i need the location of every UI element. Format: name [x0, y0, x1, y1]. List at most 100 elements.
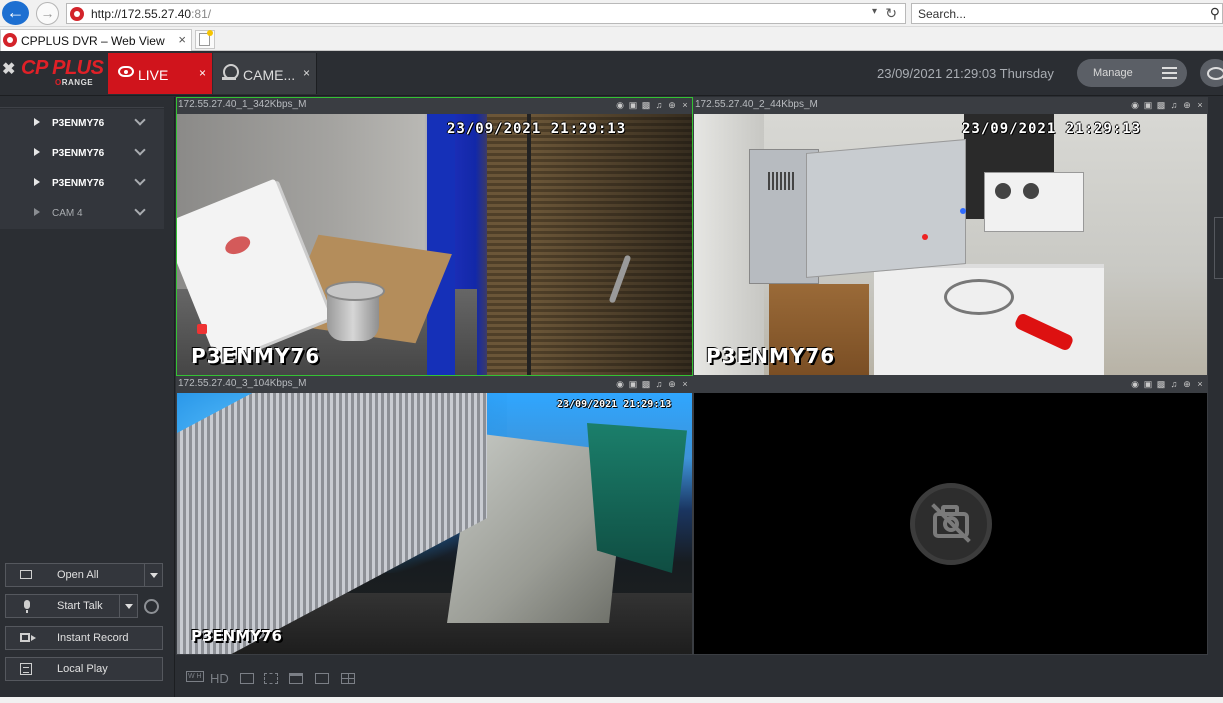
site-favicon-icon — [3, 33, 17, 47]
chevron-down-icon[interactable] — [134, 204, 146, 216]
start-talk-dropdown[interactable] — [119, 595, 137, 617]
video-grid: 172.55.27.40_1_342Kbps_M ◉ ▣ ▩ ♫ ⊕ × 23/… — [176, 97, 1208, 655]
close-icon[interactable]: × — [680, 379, 690, 389]
eye-icon[interactable]: ◉ — [615, 379, 625, 389]
record-icon[interactable]: ▩ — [1156, 100, 1166, 110]
audio-icon[interactable]: ♫ — [1169, 100, 1179, 110]
zoom-icon[interactable]: ⊕ — [1182, 100, 1192, 110]
device-tree-item[interactable]: P3ENMY76 — [0, 139, 164, 169]
eye-icon[interactable]: ◉ — [1130, 379, 1140, 389]
snapshot-icon[interactable]: ▣ — [1143, 379, 1153, 389]
zoom-icon[interactable]: ⊕ — [667, 100, 677, 110]
close-icon[interactable]: × — [680, 100, 690, 110]
microphone-icon — [24, 600, 30, 613]
eye-icon[interactable]: ◉ — [615, 100, 625, 110]
view-toggle-button[interactable] — [1200, 59, 1223, 87]
pane-controls: ◉ ▣ ▩ ♫ ⊕ × — [615, 100, 690, 110]
device-tree-item[interactable]: P3ENMY76 — [0, 169, 164, 199]
chevron-down-icon[interactable] — [134, 144, 146, 156]
browser-tab[interactable]: CPPLUS DVR – Web View × — [0, 29, 192, 51]
url-dropdown-icon[interactable]: ▾ — [872, 6, 877, 17]
tab-live-close[interactable]: × — [199, 66, 206, 80]
pane-controls: ◉ ▣ ▩ ♫ ⊕ × — [615, 379, 690, 389]
search-placeholder: Search... — [918, 7, 967, 21]
chevron-down-icon[interactable] — [134, 114, 146, 126]
logo-mark-icon: ✖ — [2, 61, 16, 78]
audio-icon[interactable]: ♫ — [1169, 379, 1179, 389]
open-external-icon — [20, 570, 32, 579]
pane-title: 172.55.27.40_1_342Kbps_M — [178, 99, 307, 110]
expand-arrow-icon[interactable] — [34, 178, 40, 186]
tab-camera[interactable]: CAME... × — [213, 53, 317, 94]
record-icon[interactable]: ▩ — [641, 379, 651, 389]
search-input[interactable]: Search... ⚲ — [911, 3, 1223, 24]
quad-layout-icon[interactable] — [341, 673, 355, 684]
video-pane-3[interactable]: 172.55.27.40_3_104Kbps_M ◉ ▣ ▩ ♫ ⊕ × 23/… — [176, 376, 693, 655]
site-favicon-icon — [70, 7, 84, 21]
close-icon[interactable]: × — [1195, 379, 1205, 389]
snapshot-icon[interactable]: ▣ — [628, 100, 638, 110]
camera-feed-empty — [694, 393, 1207, 654]
video-pane-4[interactable]: ◉ ▣ ▩ ♫ ⊕ × — [693, 376, 1208, 655]
camera-feed-3: 23/09/2021 21:29:13 P3ENMY76 — [177, 393, 692, 654]
cpplus-logo: ✖ CP PLUS ORANGE — [2, 57, 104, 87]
expand-arrow-icon[interactable] — [34, 208, 40, 216]
tab-live[interactable]: LIVE × — [108, 53, 212, 94]
expand-arrow-icon[interactable] — [34, 148, 40, 156]
video-pane-1[interactable]: 172.55.27.40_1_342Kbps_M ◉ ▣ ▩ ♫ ⊕ × 23/… — [176, 97, 693, 376]
audio-icon[interactable]: ♫ — [654, 379, 664, 389]
browser-address-bar: ← → http://172.55.27.40:81/ ▾ ↻ Search..… — [0, 0, 1223, 27]
expand-arrow-icon[interactable] — [34, 118, 40, 126]
osd-camera-name: P3ENMY76 — [191, 344, 321, 368]
manage-button[interactable]: Manage — [1077, 59, 1187, 87]
record-icon[interactable]: ▩ — [641, 100, 651, 110]
tab-camera-close[interactable]: × — [303, 66, 310, 80]
hd-button[interactable]: HD — [210, 671, 229, 686]
single-view-icon[interactable] — [289, 673, 303, 684]
search-icon[interactable]: ⚲ — [1210, 5, 1220, 22]
close-icon[interactable]: × — [1195, 100, 1205, 110]
forward-button[interactable]: → — [36, 2, 59, 25]
url-input[interactable]: http://172.55.27.40:81/ ▾ ↻ — [66, 3, 906, 24]
audio-icon[interactable]: ♫ — [654, 100, 664, 110]
aspect-ratio-icon[interactable]: W H — [186, 671, 204, 682]
fit-screen-icon[interactable] — [264, 673, 278, 684]
snapshot-icon[interactable]: ▣ — [628, 379, 638, 389]
camera-feed-1: 23/09/2021 21:29:13 P3ENMY76 — [177, 114, 692, 375]
close-tab-icon[interactable]: × — [178, 32, 186, 47]
menu-icon — [1162, 67, 1177, 79]
full-view-icon[interactable] — [315, 673, 329, 684]
browser-tab-bar: CPPLUS DVR – Web View × — [0, 27, 1223, 51]
talk-status-radio[interactable] — [144, 599, 159, 614]
back-button[interactable]: ← — [2, 1, 29, 25]
local-play-button[interactable]: Local Play — [5, 657, 163, 681]
camera-feed-2: 23/09/2021 21:29:13 P3ENMY76 — [694, 114, 1207, 375]
chevron-down-icon[interactable] — [134, 174, 146, 186]
film-icon — [20, 663, 32, 675]
refresh-icon[interactable]: ↻ — [885, 5, 897, 22]
instant-record-button[interactable]: Instant Record — [5, 626, 163, 650]
browser-status-bar — [0, 697, 1223, 703]
camera-icon — [222, 64, 239, 82]
zoom-icon[interactable]: ⊕ — [1182, 379, 1192, 389]
pane-title: 172.55.27.40_3_104Kbps_M — [178, 378, 307, 389]
open-all-dropdown[interactable] — [144, 564, 162, 586]
device-tree-item[interactable]: P3ENMY76 — [0, 109, 164, 139]
grid-stream-icon[interactable] — [240, 673, 254, 684]
osd-timestamp: 23/09/2021 21:29:13 — [962, 121, 1142, 137]
device-tree-item[interactable]: CAM 4 — [0, 199, 164, 229]
video-pane-2[interactable]: 172.55.27.40_2_44Kbps_M ◉ ▣ ▩ ♫ ⊕ × 23/0… — [693, 97, 1208, 376]
arrow-right-icon: → — [40, 5, 55, 21]
tab-camera-label: CAME... — [243, 67, 296, 83]
pane-controls: ◉ ▣ ▩ ♫ ⊕ × — [1130, 379, 1205, 389]
zoom-icon[interactable]: ⊕ — [667, 379, 677, 389]
url-text: http://172.55.27.40:81/ — [91, 7, 212, 21]
browser-tab-title: CPPLUS DVR – Web View — [21, 34, 165, 48]
snapshot-icon[interactable]: ▣ — [1143, 100, 1153, 110]
start-talk-button[interactable]: Start Talk — [5, 594, 138, 618]
record-icon[interactable]: ▩ — [1156, 379, 1166, 389]
new-tab-button[interactable] — [195, 30, 215, 49]
eye-icon[interactable]: ◉ — [1130, 100, 1140, 110]
open-all-button[interactable]: Open All — [5, 563, 163, 587]
pane-toolbar: 172.55.27.40_2_44Kbps_M ◉ ▣ ▩ ♫ ⊕ × — [694, 98, 1207, 114]
